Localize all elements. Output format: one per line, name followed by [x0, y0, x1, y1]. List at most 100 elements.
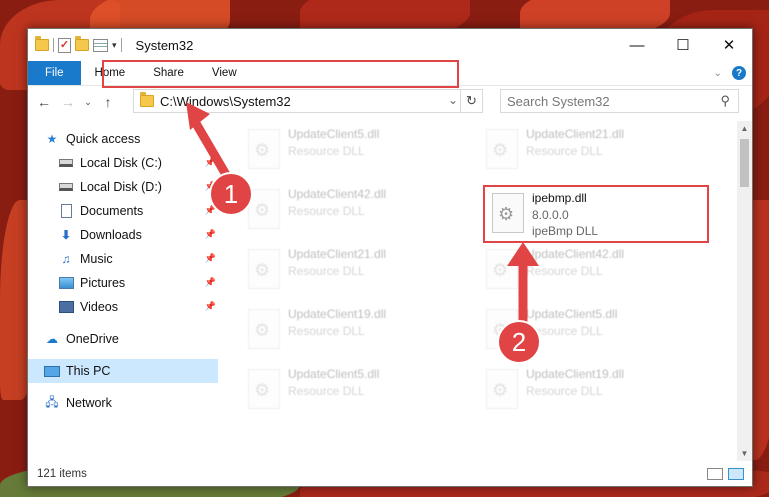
- file-description: Resource DLL: [526, 384, 603, 398]
- sidebar-item-music[interactable]: ♫ Music 📌: [28, 247, 218, 271]
- sidebar-item-label: Pictures: [80, 276, 126, 290]
- sidebar-item-pictures[interactable]: Pictures 📌: [28, 271, 218, 295]
- sidebar-item-label: Network: [66, 396, 112, 410]
- pin-icon: 📌: [204, 301, 216, 311]
- details-view-icon[interactable]: [707, 468, 723, 480]
- drive-icon: [58, 180, 74, 194]
- file-name: UpdateClient21.dll: [288, 247, 387, 261]
- forward-button[interactable]: →: [56, 94, 80, 110]
- window-controls: — ☐ ✕: [614, 29, 752, 61]
- explorer-window: ✓ ▾ System32 — ☐ ✕ File Home Share View …: [27, 28, 753, 487]
- scroll-down-icon[interactable]: ▼: [737, 446, 752, 461]
- computer-icon: [44, 364, 60, 378]
- file-name: UpdateClient5.dll: [288, 367, 380, 381]
- close-button[interactable]: ✕: [706, 29, 752, 61]
- sidebar-item-label: Music: [80, 252, 113, 266]
- toolbar-divider: [53, 38, 54, 52]
- star-icon: ★: [46, 132, 58, 146]
- sidebar-item-label: This PC: [66, 364, 111, 378]
- window-title: System32: [135, 37, 194, 53]
- scrollbar-thumb[interactable]: [740, 139, 749, 187]
- sidebar-item-this-pc[interactable]: This PC: [28, 359, 218, 383]
- pictures-icon: [58, 276, 74, 290]
- download-icon: ⬇: [60, 228, 72, 242]
- file-highlight: [483, 185, 709, 243]
- pin-icon: 📌: [204, 277, 216, 287]
- minimize-button[interactable]: —: [614, 29, 660, 61]
- file-item[interactable]: UpdateClient19.dll Resource DLL: [242, 303, 442, 353]
- documents-icon: [58, 204, 74, 218]
- sidebar-item-videos[interactable]: Videos 📌: [28, 295, 218, 319]
- file-item[interactable]: UpdateClient5.dll Resource DLL: [242, 123, 442, 173]
- sidebar-item-label: Documents: [80, 204, 144, 218]
- up-button[interactable]: ↑: [96, 94, 120, 110]
- file-description: Resource DLL: [288, 144, 365, 158]
- status-bar: 121 items: [28, 462, 752, 486]
- help-icon[interactable]: ?: [732, 66, 746, 80]
- file-description: Resource DLL: [526, 144, 603, 158]
- back-button[interactable]: ←: [32, 94, 56, 110]
- toolbar-divider: [120, 38, 122, 52]
- sidebar-item-downloads[interactable]: ⬇ Downloads 📌: [28, 223, 218, 247]
- item-count: 121 items: [37, 468, 87, 480]
- new-folder-icon[interactable]: [75, 36, 89, 51]
- quick-access-toolbar: ✓ ▾: [28, 29, 122, 61]
- chevron-down-icon[interactable]: ▾: [112, 40, 117, 51]
- network-icon: 🖧: [45, 394, 59, 409]
- file-description: Resource DLL: [288, 384, 365, 398]
- file-name: UpdateClient19.dll: [526, 367, 625, 381]
- maximize-button[interactable]: ☐: [660, 29, 706, 61]
- refresh-button[interactable]: ↻: [460, 90, 482, 112]
- sidebar-item-network[interactable]: 🖧 Network: [28, 391, 218, 415]
- sidebar-item-documents[interactable]: Documents 📌: [28, 199, 218, 223]
- file-name: UpdateClient5.dll: [288, 127, 380, 141]
- file-item[interactable]: UpdateClient21.dll Resource DLL: [480, 123, 680, 173]
- file-description: Resource DLL: [288, 264, 365, 278]
- file-item[interactable]: UpdateClient19.dll Resource DLL: [480, 363, 680, 413]
- dll-file-icon: [248, 249, 280, 289]
- file-name: UpdateClient42.dll: [288, 187, 387, 201]
- sidebar-item-label: Quick access: [66, 132, 141, 146]
- file-name: UpdateClient19.dll: [288, 307, 387, 321]
- title-bar: ✓ ▾ System32 — ☐ ✕: [28, 29, 752, 61]
- expand-ribbon-icon[interactable]: ⌄: [714, 68, 722, 79]
- chevron-down-icon[interactable]: ⌄: [448, 93, 458, 107]
- file-name: UpdateClient21.dll: [526, 127, 625, 141]
- sidebar-item-label: Local Disk (D:): [80, 180, 162, 194]
- sidebar-item-label: OneDrive: [66, 332, 119, 346]
- step-1-badge: 1: [209, 172, 253, 216]
- sidebar-item-label: Local Disk (C:): [80, 156, 162, 170]
- step-2-badge: 2: [497, 320, 541, 364]
- large-icons-view-icon[interactable]: [728, 468, 744, 480]
- properties-check-icon[interactable]: ✓: [58, 37, 71, 53]
- sidebar-item-label: Downloads: [80, 228, 142, 242]
- folder-icon: [35, 36, 49, 51]
- vertical-scrollbar[interactable]: ▲ ▼: [737, 121, 752, 461]
- tab-file[interactable]: File: [28, 61, 81, 85]
- search-input[interactable]: Search System32 ⚲: [500, 89, 739, 113]
- folder-icon: [140, 92, 154, 107]
- music-icon: ♫: [61, 252, 71, 266]
- scroll-up-icon[interactable]: ▲: [737, 121, 752, 136]
- file-list: UpdateClient5.dll Resource DLL UpdateCli…: [242, 123, 732, 463]
- dll-file-icon: [486, 129, 518, 169]
- sidebar-item-onedrive[interactable]: ☁ OneDrive: [28, 327, 218, 351]
- file-description: Resource DLL: [288, 324, 365, 338]
- file-description: Resource DLL: [288, 204, 365, 218]
- file-item[interactable]: UpdateClient5.dll Resource DLL: [242, 363, 442, 413]
- pin-icon: 📌: [204, 229, 216, 239]
- videos-icon: [58, 300, 74, 314]
- address-bar-highlight: [102, 60, 459, 88]
- search-placeholder: Search System32: [507, 93, 610, 109]
- pin-icon: 📌: [204, 253, 216, 263]
- file-item[interactable]: UpdateClient21.dll Resource DLL: [242, 243, 442, 293]
- dll-file-icon: [248, 309, 280, 349]
- recent-locations-button[interactable]: ⌄: [80, 97, 96, 108]
- search-icon[interactable]: ⚲: [720, 93, 730, 109]
- properties-icon[interactable]: [93, 38, 108, 52]
- file-item[interactable]: UpdateClient42.dll Resource DLL: [242, 183, 442, 233]
- drive-icon: [58, 156, 74, 170]
- dll-file-icon: [248, 369, 280, 409]
- sidebar-item-label: Videos: [80, 300, 118, 314]
- dll-file-icon: [486, 369, 518, 409]
